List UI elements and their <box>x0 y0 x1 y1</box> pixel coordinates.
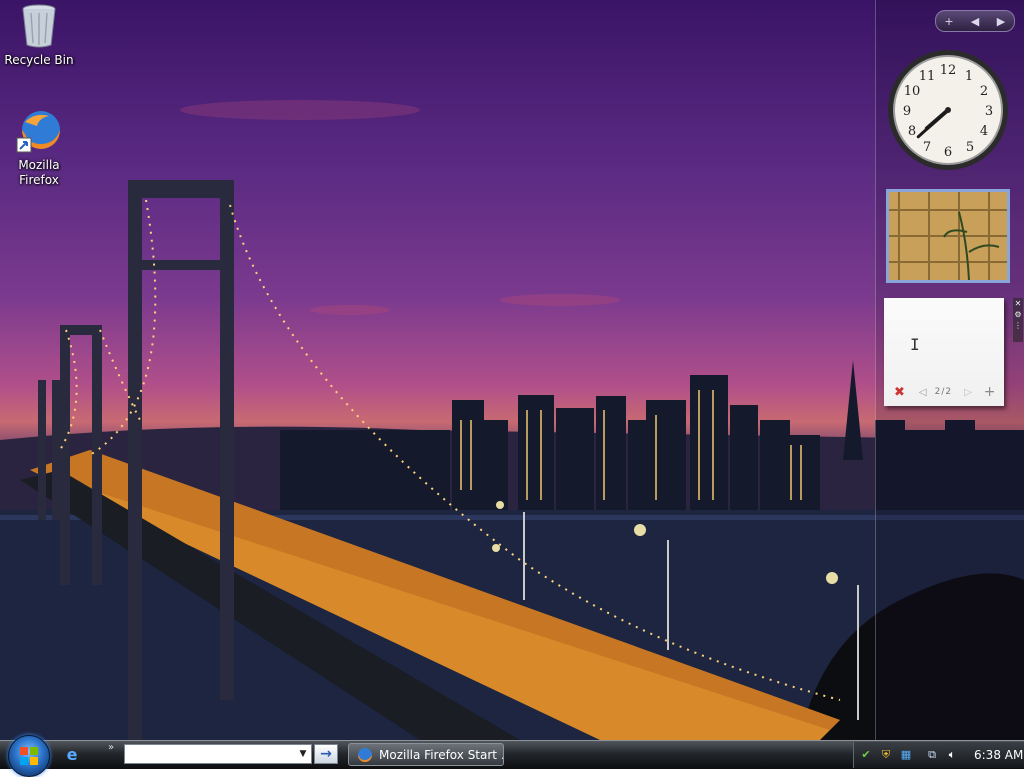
desktop-icon-recycle-bin[interactable]: Recycle Bin <box>1 3 77 68</box>
sidebar-controls: + ◀ ▶ <box>935 10 1015 32</box>
svg-text:9: 9 <box>903 104 911 119</box>
address-dropdown-button[interactable]: ▼ <box>295 745 311 763</box>
svg-text:12: 12 <box>940 63 957 78</box>
address-toolbar-input[interactable]: ▼ <box>124 744 312 764</box>
clock-gadget[interactable]: 12 1 2 3 4 5 6 7 8 9 10 11 <box>886 48 1010 172</box>
previous-note-button[interactable]: ◁ <box>919 387 927 398</box>
desktop-icon-mozilla-firefox[interactable]: Mozilla Firefox <box>1 108 77 188</box>
firefox-icon <box>358 747 372 762</box>
windows-update-icon[interactable]: ▦ <box>898 747 914 763</box>
quick-launch-more-button[interactable]: » <box>108 742 114 753</box>
close-icon[interactable]: ✕ <box>1013 298 1023 309</box>
notes-toolbar: ✖ ◁ 2/2 ▷ + <box>884 384 1004 400</box>
svg-text:4: 4 <box>980 124 988 139</box>
taskbar-button-label: Mozilla Firefox Start ... <box>379 747 504 762</box>
sidebar-prev-button[interactable]: ◀ <box>964 15 986 28</box>
wrench-icon[interactable]: ⚙ <box>1013 309 1023 320</box>
slide-show-gadget[interactable] <box>886 189 1010 283</box>
svg-text:11: 11 <box>919 69 936 84</box>
desktop-icon-label: Recycle Bin <box>4 53 74 67</box>
add-note-button[interactable]: + <box>984 384 996 400</box>
svg-text:3: 3 <box>985 104 993 119</box>
internet-explorer-icon[interactable]: e <box>62 745 82 765</box>
svg-text:10: 10 <box>904 84 921 99</box>
recycle-bin-icon <box>22 4 56 48</box>
desktop-wallpaper <box>0 0 1024 740</box>
note-page-indicator: 2/2 <box>934 387 953 397</box>
firefox-icon <box>16 111 60 153</box>
slideshow-image <box>889 192 1007 280</box>
address-go-button[interactable]: → <box>314 744 338 764</box>
volume-icon[interactable]: 🔈︎ <box>944 747 960 763</box>
svg-text:5: 5 <box>966 140 974 155</box>
next-note-button[interactable]: ▷ <box>964 387 972 398</box>
svg-text:6: 6 <box>944 145 952 160</box>
svg-text:8: 8 <box>908 124 916 139</box>
svg-text:2: 2 <box>980 84 988 99</box>
wallpaper-scene <box>0 100 1024 740</box>
drag-handle-icon[interactable]: ⋮ <box>1013 320 1023 331</box>
desktop-icon-label: Mozilla Firefox <box>18 158 60 187</box>
tray-clock[interactable]: 6:38 AM <box>974 748 1023 762</box>
windows-logo-icon <box>20 747 38 765</box>
notification-area: ✔ ⛨ ▦ ⧉ 🔈︎ 6:38 AM <box>853 742 1024 768</box>
delete-note-button[interactable]: ✖ <box>894 385 905 400</box>
taskbar: e » ▼ → Mozilla Firefox Start ... ✔ ⛨ ▦ … <box>0 735 1024 777</box>
shield-icon[interactable]: ⛨ <box>878 747 894 763</box>
svg-text:7: 7 <box>923 140 931 155</box>
svg-text:1: 1 <box>965 69 973 84</box>
start-button[interactable] <box>8 735 50 777</box>
sidebar-next-button[interactable]: ▶ <box>990 15 1012 28</box>
text-cursor: I <box>910 335 920 354</box>
taskbar-button-firefox[interactable]: Mozilla Firefox Start ... <box>348 743 504 766</box>
add-gadget-button[interactable]: + <box>938 15 960 28</box>
gadget-tools: ✕ ⚙ ⋮ <box>1013 298 1023 342</box>
network-icon[interactable]: ⧉ <box>924 747 940 763</box>
notes-gadget[interactable]: I ✖ ◁ 2/2 ▷ + <box>884 298 1004 406</box>
security-check-icon[interactable]: ✔ <box>858 747 874 763</box>
